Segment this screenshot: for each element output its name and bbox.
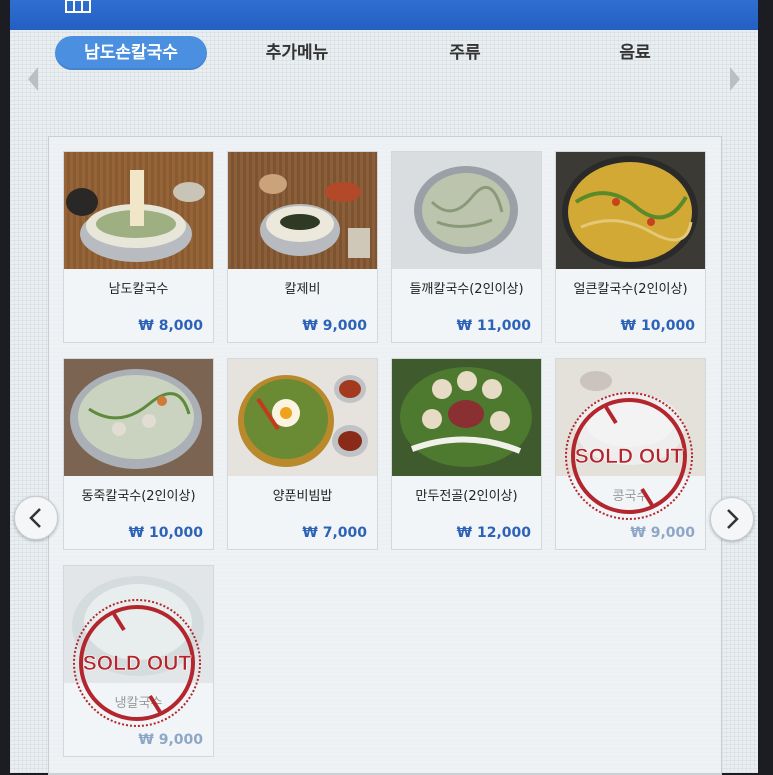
- item-name: 동죽칼국수(2인이상): [81, 489, 196, 504]
- menu-item-kaljebi[interactable]: 칼제비 ₩ 9,000: [227, 151, 378, 343]
- menu-item-dumpling-hotpot[interactable]: 만두전골(2인이상) ₩ 12,000: [391, 358, 542, 550]
- menu-grid-icon[interactable]: [65, 0, 91, 14]
- menu-item-namdo-kalguksu[interactable]: 남도칼국수 ₩ 8,000: [63, 151, 214, 343]
- tabs-prev-icon[interactable]: [26, 66, 40, 92]
- tab-namdo-kalguksu[interactable]: 남도손칼국수: [55, 36, 207, 70]
- item-name: 양푼비빔밥: [272, 489, 333, 504]
- tabs-next-icon[interactable]: [728, 66, 742, 92]
- item-price: ₩ 9,000: [630, 525, 695, 541]
- item-name: 남도칼국수: [108, 282, 169, 297]
- item-name: 들깨칼국수(2인이상): [409, 282, 524, 297]
- item-price: ₩ 11,000: [456, 318, 531, 334]
- tab-drinks[interactable]: 음료: [580, 36, 690, 70]
- dish-photo: [228, 359, 377, 476]
- kiosk-screen: 남도손칼국수 추가메뉴 주류 음료 남도칼국수 ₩ 8,000 칼제비 ₩ 9,…: [10, 0, 758, 775]
- menu-item-soybean-noodle[interactable]: 콩국수 ₩ 9,000 SOLD OUT: [555, 358, 706, 550]
- sold-out-stamp: SOLD OUT: [73, 599, 201, 727]
- category-tabs: 남도손칼국수 추가메뉴 주류 음료: [10, 36, 758, 72]
- next-page-button[interactable]: [710, 497, 754, 541]
- chevron-right-icon: [727, 509, 739, 529]
- item-price: ₩ 7,000: [302, 525, 367, 541]
- top-bar: [10, 0, 758, 30]
- dish-photo: [392, 152, 541, 269]
- item-price: ₩ 12,000: [456, 525, 531, 541]
- item-price: ₩ 10,000: [620, 318, 695, 334]
- chevron-left-icon: [29, 508, 41, 528]
- dish-photo: [64, 359, 213, 476]
- item-price: ₩ 8,000: [138, 318, 203, 334]
- menu-item-cold-kalguksu[interactable]: 냉칼국수 ₩ 9,000 SOLD OUT: [63, 565, 214, 757]
- tab-extra-menu[interactable]: 추가메뉴: [232, 36, 362, 70]
- item-name: 칼제비: [284, 282, 321, 297]
- dish-photo: [392, 359, 541, 476]
- item-name: 얼큰칼국수(2인이상): [573, 282, 688, 297]
- dish-photo: [228, 152, 377, 269]
- item-price: ₩ 9,000: [138, 732, 203, 748]
- item-price: ₩ 10,000: [128, 525, 203, 541]
- dish-photo: [64, 152, 213, 269]
- menu-grid-panel: 남도칼국수 ₩ 8,000 칼제비 ₩ 9,000 들깨칼국수(2인이상) ₩ …: [48, 136, 722, 775]
- sold-out-label: SOLD OUT: [575, 445, 684, 468]
- prev-page-button[interactable]: [14, 496, 58, 540]
- menu-item-bibimbap[interactable]: 양푼비빔밥 ₩ 7,000: [227, 358, 378, 550]
- item-price: ₩ 9,000: [302, 318, 367, 334]
- sold-out-label: SOLD OUT: [83, 652, 192, 675]
- item-name: 만두전골(2인이상): [415, 489, 518, 504]
- menu-item-clam-kalguksu[interactable]: 동죽칼국수(2인이상) ₩ 10,000: [63, 358, 214, 550]
- dish-photo: [556, 152, 705, 269]
- tab-liquor[interactable]: 주류: [410, 36, 520, 70]
- menu-item-perilla-kalguksu[interactable]: 들깨칼국수(2인이상) ₩ 11,000: [391, 151, 542, 343]
- sold-out-stamp: SOLD OUT: [565, 392, 693, 520]
- menu-item-spicy-kalguksu[interactable]: 얼큰칼국수(2인이상) ₩ 10,000: [555, 151, 706, 343]
